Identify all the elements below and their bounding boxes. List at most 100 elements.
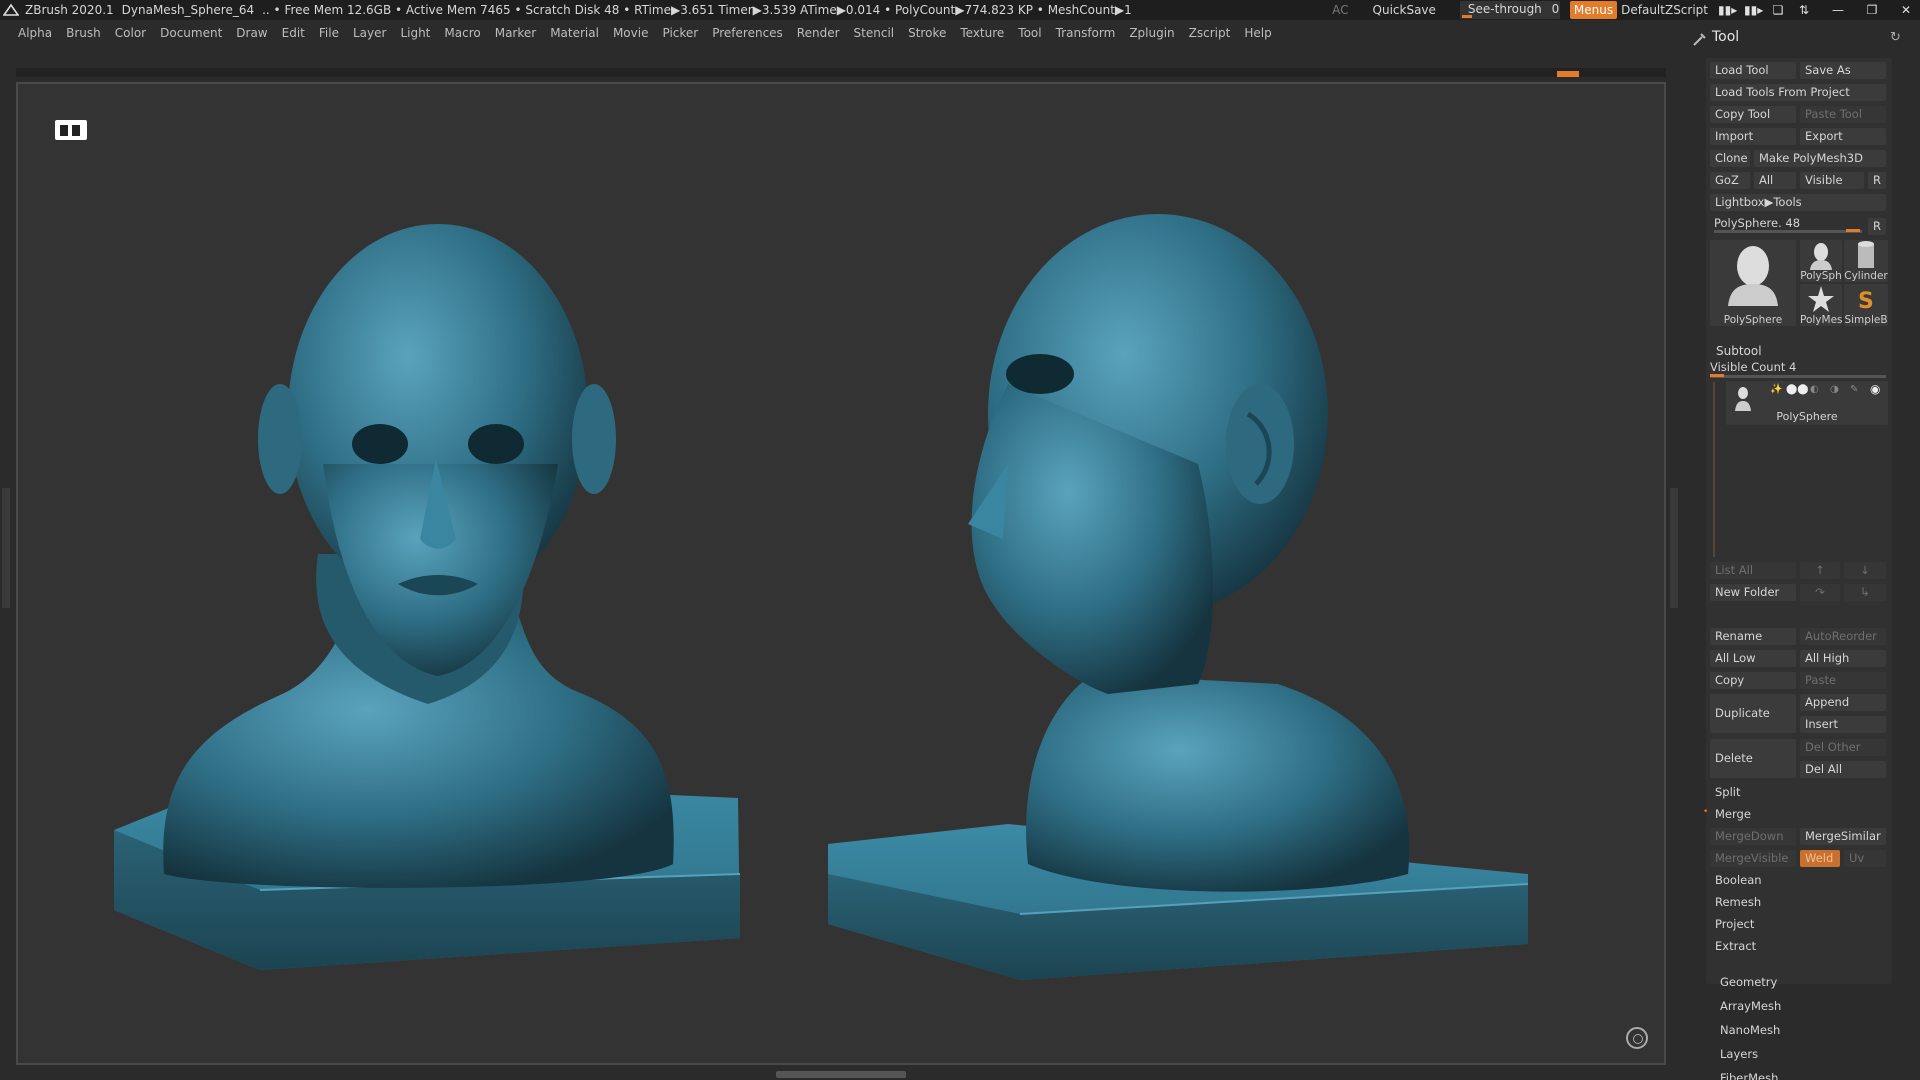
duplicate-button[interactable]: Duplicate bbox=[1710, 694, 1796, 733]
list-all-button[interactable]: List All bbox=[1710, 562, 1796, 579]
menu-transform[interactable]: Transform bbox=[1056, 26, 1116, 40]
menu-marker[interactable]: Marker bbox=[495, 26, 536, 40]
make-polymesh3d-button[interactable]: Make PolyMesh3D bbox=[1754, 150, 1886, 167]
move-up-icon[interactable]: ↑ bbox=[1800, 562, 1840, 579]
merge-section[interactable]: Merge bbox=[1710, 806, 1886, 823]
boolean-section[interactable]: Boolean bbox=[1710, 872, 1886, 889]
geometry-section[interactable]: Geometry bbox=[1720, 975, 1900, 989]
left-tray-handle[interactable] bbox=[2, 488, 10, 608]
subtool-item[interactable]: ✨ ⬤⬤ ◐ ◑ ✎ ◉ PolySphere bbox=[1726, 381, 1888, 425]
clone-button[interactable]: Clone bbox=[1710, 150, 1750, 167]
menu-tool[interactable]: Tool bbox=[1018, 26, 1041, 40]
import-button[interactable]: Import bbox=[1710, 128, 1796, 145]
paste-subtool-button[interactable]: Paste bbox=[1800, 672, 1886, 689]
folder-in-icon[interactable]: ↷ bbox=[1800, 584, 1840, 601]
visible-count-slider[interactable] bbox=[1710, 375, 1886, 378]
menu-color[interactable]: Color bbox=[115, 26, 146, 40]
delete-button[interactable]: Delete bbox=[1710, 739, 1796, 778]
new-folder-button[interactable]: New Folder bbox=[1710, 584, 1796, 601]
menus-toggle-button[interactable]: Menus bbox=[1569, 1, 1618, 19]
goz-button[interactable]: GoZ bbox=[1710, 172, 1750, 189]
del-other-button[interactable]: Del Other bbox=[1800, 739, 1886, 756]
front-bust-model[interactable] bbox=[114, 224, 741, 970]
menu-brush[interactable]: Brush bbox=[66, 26, 101, 40]
copy-subtool-button[interactable]: Copy bbox=[1710, 672, 1796, 689]
material-toggle-icon[interactable]: ◐ bbox=[1810, 384, 1819, 395]
mergevisible-button[interactable]: MergeVisible bbox=[1710, 850, 1796, 867]
menu-preferences[interactable]: Preferences bbox=[712, 26, 783, 40]
quicksave-button[interactable]: QuickSave bbox=[1373, 3, 1436, 17]
all-high-button[interactable]: All High bbox=[1800, 650, 1886, 667]
mergedown-button[interactable]: MergeDown bbox=[1710, 828, 1796, 845]
tool-thumb-polysphere-main[interactable]: PolySphere bbox=[1710, 240, 1796, 326]
load-tool-button[interactable]: Load Tool bbox=[1710, 62, 1796, 79]
close-icon[interactable]: ✕ bbox=[1898, 3, 1914, 17]
menu-zplugin[interactable]: Zplugin bbox=[1129, 26, 1174, 40]
del-all-button[interactable]: Del All bbox=[1800, 761, 1886, 778]
layout-icon[interactable]: ▮▮▸ bbox=[1718, 3, 1737, 17]
append-button[interactable]: Append bbox=[1800, 694, 1886, 711]
ac-toggle[interactable]: AC bbox=[1332, 3, 1348, 17]
eye-icon[interactable]: ◉ bbox=[1870, 382, 1880, 396]
weld-toggle[interactable]: Weld bbox=[1800, 850, 1840, 867]
layout-icon-2[interactable]: ▮▮▸ bbox=[1744, 3, 1763, 17]
brush-icon[interactable]: ✨ bbox=[1770, 384, 1782, 395]
menu-file[interactable]: File bbox=[319, 26, 339, 40]
menu-alpha[interactable]: Alpha bbox=[18, 26, 52, 40]
lightbox-tools-button[interactable]: Lightbox▶Tools bbox=[1710, 194, 1886, 211]
document-canvas[interactable] bbox=[16, 82, 1666, 1065]
tool-thumb-simplebrush[interactable]: S SimpleB bbox=[1844, 284, 1888, 326]
menu-stencil[interactable]: Stencil bbox=[854, 26, 895, 40]
pen-icon[interactable]: ✎ bbox=[1850, 384, 1858, 395]
copy-tool-button[interactable]: Copy Tool bbox=[1710, 106, 1796, 123]
nanomesh-section[interactable]: NanoMesh bbox=[1720, 1023, 1900, 1037]
autoreorder-button[interactable]: AutoReorder bbox=[1800, 628, 1886, 645]
default-zscript-button[interactable]: DefaultZScript bbox=[1621, 3, 1708, 17]
project-section[interactable]: Project bbox=[1710, 916, 1886, 933]
paste-tool-button[interactable]: Paste Tool bbox=[1800, 106, 1886, 123]
shelf-marker[interactable] bbox=[1557, 71, 1579, 77]
extract-section[interactable]: Extract bbox=[1710, 938, 1886, 955]
menu-movie[interactable]: Movie bbox=[613, 26, 649, 40]
tool-thumb-cylinder[interactable]: Cylinder bbox=[1844, 240, 1888, 282]
minimize-icon[interactable]: — bbox=[1830, 3, 1846, 17]
navigation-gizmo-icon[interactable] bbox=[1626, 1027, 1648, 1049]
menu-edit[interactable]: Edit bbox=[282, 26, 305, 40]
menu-zscript[interactable]: Zscript bbox=[1189, 26, 1231, 40]
goz-all-button[interactable]: All bbox=[1754, 172, 1796, 189]
insert-button[interactable]: Insert bbox=[1800, 716, 1886, 733]
fibermesh-section[interactable]: FiberMesh bbox=[1720, 1071, 1900, 1080]
menu-help[interactable]: Help bbox=[1244, 26, 1271, 40]
polysphere-r-button[interactable]: R bbox=[1868, 218, 1886, 235]
menu-texture[interactable]: Texture bbox=[960, 26, 1004, 40]
layers-section[interactable]: Layers bbox=[1720, 1047, 1900, 1061]
polypaint-toggle-icon[interactable]: ⬤⬤ bbox=[1786, 384, 1808, 395]
folder-out-icon[interactable]: ↳ bbox=[1844, 584, 1886, 601]
stack-icon[interactable]: ❏ bbox=[1770, 3, 1786, 17]
tool-palette-header[interactable]: Tool ↻ bbox=[1690, 28, 1920, 48]
right-tray-handle[interactable] bbox=[1670, 488, 1678, 608]
bottom-tray-handle[interactable] bbox=[776, 1071, 906, 1078]
export-button[interactable]: Export bbox=[1800, 128, 1886, 145]
menu-layer[interactable]: Layer bbox=[353, 26, 386, 40]
menu-draw[interactable]: Draw bbox=[236, 26, 267, 40]
menu-stroke[interactable]: Stroke bbox=[908, 26, 946, 40]
move-down-icon[interactable]: ↓ bbox=[1844, 562, 1886, 579]
arraymesh-section[interactable]: ArrayMesh bbox=[1720, 999, 1900, 1013]
goz-r-button[interactable]: R bbox=[1868, 172, 1886, 189]
menu-picker[interactable]: Picker bbox=[662, 26, 698, 40]
subtool-header[interactable]: Subtool bbox=[1716, 344, 1762, 358]
polysphere-slider[interactable] bbox=[1714, 230, 1862, 233]
rename-button[interactable]: Rename bbox=[1710, 628, 1796, 645]
all-low-button[interactable]: All Low bbox=[1710, 650, 1796, 667]
mergesimilar-button[interactable]: MergeSimilar bbox=[1800, 828, 1886, 845]
tool-thumb-polysph[interactable]: PolySph bbox=[1800, 240, 1842, 282]
swap-icon[interactable]: ⇅ bbox=[1796, 3, 1812, 17]
uv-toggle[interactable]: Uv bbox=[1844, 850, 1886, 867]
remesh-section[interactable]: Remesh bbox=[1710, 894, 1886, 911]
refresh-icon[interactable]: ↻ bbox=[1890, 30, 1901, 45]
profile-bust-model[interactable] bbox=[828, 214, 1529, 980]
lock-icon[interactable]: ◑ bbox=[1830, 384, 1839, 395]
menu-material[interactable]: Material bbox=[550, 26, 599, 40]
load-tools-from-project-button[interactable]: Load Tools From Project bbox=[1710, 84, 1886, 101]
